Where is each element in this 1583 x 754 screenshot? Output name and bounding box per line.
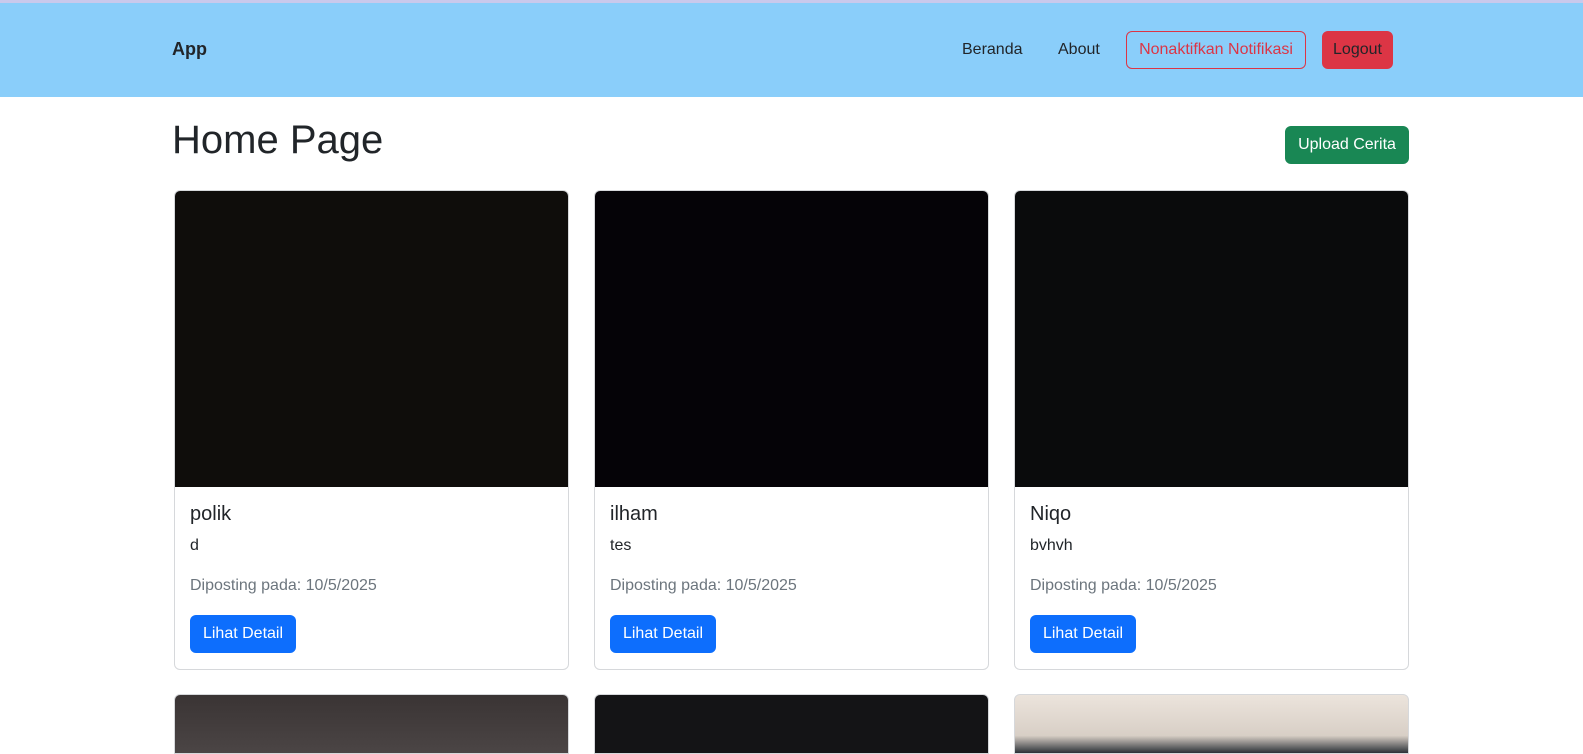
story-author: polik bbox=[190, 503, 232, 525]
page-title: Home Page bbox=[172, 118, 384, 162]
story-date: Diposting pada: 10/5/2025 bbox=[190, 577, 377, 594]
disable-notification-button[interactable]: Nonaktifkan Notifikasi bbox=[1126, 31, 1306, 69]
navbar: App Beranda About Nonaktifkan Notifikasi… bbox=[0, 3, 1583, 97]
card-body: ilham tes Diposting pada: 10/5/2025 Liha… bbox=[595, 487, 988, 669]
view-detail-button[interactable]: Lihat Detail bbox=[610, 615, 716, 653]
story-card: polik d Diposting pada: 10/5/2025 Lihat … bbox=[174, 190, 569, 670]
story-card-image-partial bbox=[174, 694, 569, 754]
logout-button[interactable]: Logout bbox=[1322, 31, 1393, 69]
story-date: Diposting pada: 10/5/2025 bbox=[1030, 577, 1217, 594]
view-detail-button[interactable]: Lihat Detail bbox=[190, 615, 296, 653]
story-author: Niqo bbox=[1030, 503, 1072, 525]
story-description: bvhvh bbox=[1030, 537, 1073, 554]
nav-link-about[interactable]: About bbox=[1058, 41, 1100, 59]
nav-link-beranda[interactable]: Beranda bbox=[962, 41, 1023, 59]
story-card-image-partial bbox=[1014, 694, 1409, 754]
story-author: ilham bbox=[610, 503, 658, 525]
story-date: Diposting pada: 10/5/2025 bbox=[610, 577, 797, 594]
view-detail-button[interactable]: Lihat Detail bbox=[1030, 615, 1136, 653]
story-description: d bbox=[190, 537, 199, 554]
story-card: Niqo bvhvh Diposting pada: 10/5/2025 Lih… bbox=[1014, 190, 1409, 670]
story-card: ilham tes Diposting pada: 10/5/2025 Liha… bbox=[594, 190, 989, 670]
story-image bbox=[595, 191, 988, 487]
story-image bbox=[175, 191, 568, 487]
card-body: polik d Diposting pada: 10/5/2025 Lihat … bbox=[175, 487, 568, 669]
story-image bbox=[1015, 191, 1408, 487]
story-description: tes bbox=[610, 537, 632, 554]
story-card-image-partial bbox=[594, 694, 989, 754]
card-body: Niqo bvhvh Diposting pada: 10/5/2025 Lih… bbox=[1015, 487, 1408, 669]
upload-story-button[interactable]: Upload Cerita bbox=[1285, 126, 1409, 164]
brand-logo[interactable]: App bbox=[172, 39, 207, 60]
